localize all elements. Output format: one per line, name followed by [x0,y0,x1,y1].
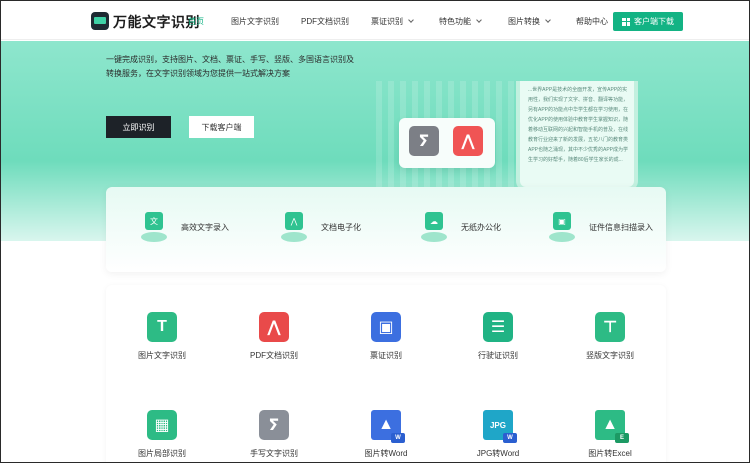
excel-badge-icon: E [615,433,629,443]
tool-label: 行驶证识别 [478,351,518,360]
feature-item: 文 高效文字录入 [141,212,229,242]
image-to-word-icon: ▲ W [371,410,405,443]
tool-handwriting-ocr[interactable]: ⵢ 手写文字识别 [224,410,324,459]
vertical-text-icon: ⊤ [595,312,625,342]
tool-image-to-word[interactable]: ▲ W 图片转Word [336,410,436,459]
nav-item-features[interactable]: 特色功能 [439,16,482,27]
tool-label: 图片文字识别 [138,351,186,360]
page-frame: 万能文字识别 首页 图片文字识别 PDF文档识别 票证识别 特色功能 图片转换 … [0,0,750,463]
recognize-now-button[interactable]: 立即识别 [106,116,171,138]
ticket-icon: ▣ [371,312,401,342]
nav-item-ticket-label: 票证识别 [371,17,403,26]
image-text-icon: T [147,312,177,342]
handwriting-icon: ⵢ [409,126,439,156]
tool-label: 票证识别 [370,351,402,360]
tool-driving-license-ocr[interactable]: ☰ 行驶证识别 [448,312,548,361]
tool-image-region-ocr[interactable]: ▦ 图片局部识别 [112,410,212,459]
tool-label: JPG转Word [476,449,520,458]
feature-item: ▣ 证件信息扫描录入 [549,212,653,242]
client-download-label: 客户端下载 [634,17,674,26]
logo-text[interactable]: 万能文字识别 [113,12,200,32]
pdf-icon: ⋀ [259,312,289,342]
tool-label: 竖版文字识别 [586,351,634,360]
driving-license-icon: ☰ [483,312,513,342]
client-download-button[interactable]: 客户端下载 [613,12,683,31]
paperless-office-icon: ☁ [421,212,447,242]
nav-item-image-ocr[interactable]: 图片文字识别 [231,16,279,27]
tool-pdf-ocr[interactable]: ⋀ PDF文档识别 [224,312,324,361]
tool-label: 手写文字识别 [250,449,298,458]
tool-label: 图片转Word [364,449,408,458]
id-scan-icon: ▣ [549,212,575,242]
tool-label: 图片局部识别 [138,449,186,458]
feature-strip: 文 高效文字录入 ⋀ 文档电子化 ☁ 无纸办公化 ▣ 证件信息扫描录入 [106,187,666,272]
feature-item: ☁ 无纸办公化 [421,212,501,242]
nav-item-ticket-ocr[interactable]: 票证识别 [371,16,414,27]
tool-jpg-to-word[interactable]: JPG W JPG转Word [448,410,548,459]
feature-label: 高效文字录入 [181,222,229,232]
handwriting-icon: ⵢ [259,410,289,440]
word-badge-icon: W [391,433,405,443]
tool-label: 图片转Excel [588,449,632,458]
nav-item-home[interactable]: 首页 [188,16,204,27]
tool-image-ocr[interactable]: T 图片文字识别 [112,312,212,361]
chevron-down-icon [476,17,482,23]
tool-ticket-ocr[interactable]: ▣ 票证识别 [336,312,436,361]
document-digitize-icon: ⋀ [281,212,307,242]
chevron-down-icon [545,17,551,23]
download-client-button[interactable]: 下载客户端 [189,116,254,138]
phone-screen-text: ...世界APP是技术的全面开发，宣传APP的实用性，我们实现了文字、拼音、翻译… [528,87,629,163]
tool-grid: T 图片文字识别 ⋀ PDF文档识别 ▣ 票证识别 ☰ 行驶证识别 ⊤ 竖版文字… [106,285,666,462]
image-to-excel-icon: ▲ E [595,410,629,443]
feature-item: ⋀ 文档电子化 [281,212,361,242]
windows-icon [622,17,630,26]
nav-item-convert-label: 图片转换 [508,17,540,26]
floating-icon-card: ⵢ ⋀ [399,118,495,168]
image-region-icon: ▦ [147,410,177,440]
nav-item-pdf-ocr[interactable]: PDF文档识别 [301,16,349,27]
top-navbar: 万能文字识别 首页 图片文字识别 PDF文档识别 票证识别 特色功能 图片转换 … [1,1,749,40]
text-input-icon: 文 [141,212,167,242]
tool-image-to-excel[interactable]: ▲ E 图片转Excel [560,410,660,459]
nav-item-image-convert[interactable]: 图片转换 [508,16,551,27]
hero-description: 一键完成识别，支持图片、文档、票证、手写、竖版、多国语言识别及转换服务，在文字识… [106,55,354,78]
pdf-icon: ⋀ [453,126,483,156]
feature-label: 文档电子化 [321,222,361,232]
word-badge-icon: W [503,433,517,443]
tool-vertical-ocr[interactable]: ⊤ 竖版文字识别 [560,312,660,361]
scanner-logo-icon[interactable] [91,12,109,30]
chevron-down-icon [408,17,414,23]
nav-item-features-label: 特色功能 [439,17,471,26]
tool-label: PDF文档识别 [250,351,298,360]
feature-label: 证件信息扫描录入 [589,222,653,232]
phone-illustration: ...世界APP是技术的全面开发，宣传APP的实用性，我们实现了文字、拼音、翻译… [516,81,638,191]
nav-item-help[interactable]: 帮助中心 [576,16,608,27]
jpg-to-word-icon: JPG W [483,410,517,443]
feature-label: 无纸办公化 [461,222,501,232]
